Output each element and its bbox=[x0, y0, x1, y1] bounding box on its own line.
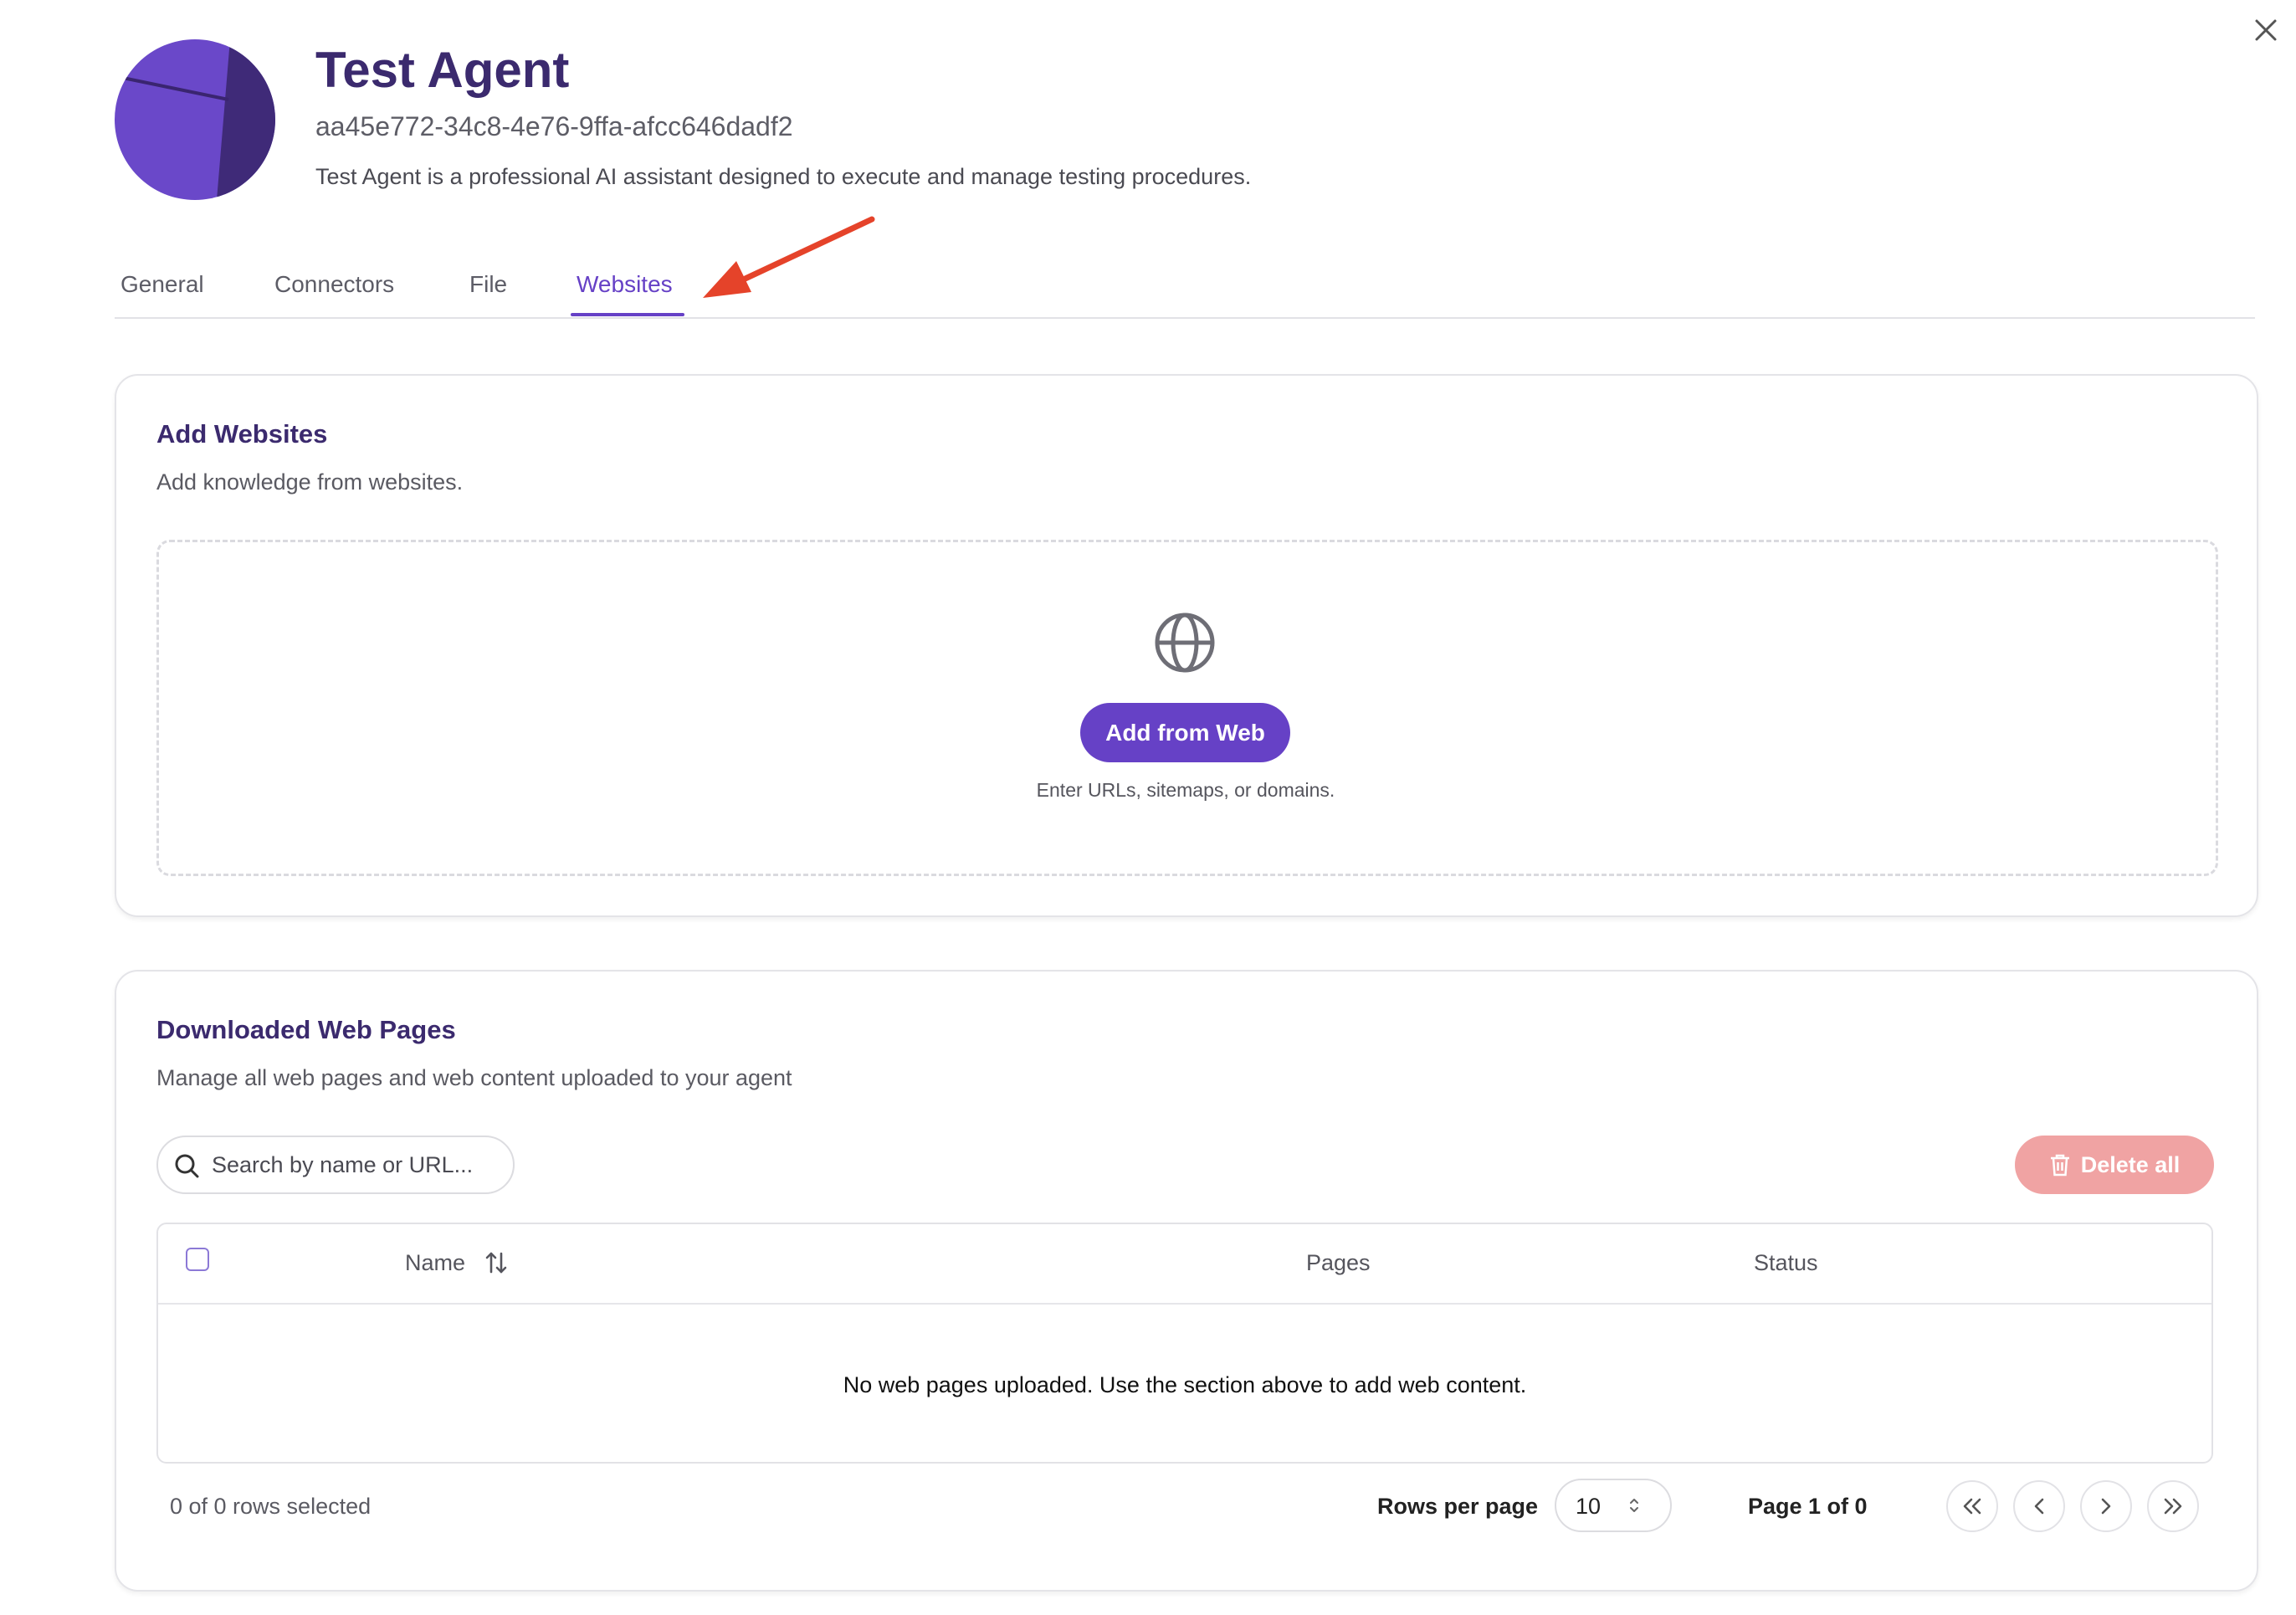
column-header-status: Status bbox=[1754, 1250, 1818, 1275]
add-websites-title: Add Websites bbox=[156, 419, 328, 449]
select-all-checkbox[interactable] bbox=[186, 1248, 209, 1271]
next-page-button[interactable] bbox=[2080, 1480, 2132, 1532]
search-icon bbox=[173, 1152, 200, 1179]
page-info: Page 1 of 0 bbox=[1748, 1494, 1868, 1519]
trash-icon bbox=[2050, 1154, 2069, 1177]
globe-icon bbox=[1153, 611, 1217, 674]
annotation-arrow-icon bbox=[703, 216, 875, 298]
chevron-right-icon bbox=[2101, 1498, 2111, 1515]
downloaded-pages-subtitle: Manage all web pages and web content upl… bbox=[156, 1065, 792, 1090]
last-page-button[interactable] bbox=[2147, 1480, 2199, 1532]
tab-file[interactable]: File bbox=[469, 268, 507, 301]
sort-icon[interactable] bbox=[484, 1250, 509, 1275]
downloaded-pages-title: Downloaded Web Pages bbox=[156, 1015, 456, 1044]
tab-general[interactable]: General bbox=[120, 268, 204, 301]
double-chevron-right-icon bbox=[2164, 1498, 2182, 1515]
agent-description: Test Agent is a professional AI assistan… bbox=[315, 164, 1252, 189]
table-header-divider bbox=[158, 1303, 2211, 1305]
double-chevron-left-icon bbox=[1963, 1498, 1981, 1515]
chevron-up-down-icon bbox=[1627, 1495, 1641, 1515]
close-icon[interactable] bbox=[2251, 15, 2281, 45]
rows-selected-count: 0 of 0 rows selected bbox=[170, 1494, 372, 1519]
empty-table-message: No web pages uploaded. Use the section a… bbox=[843, 1372, 1527, 1397]
tab-websites[interactable]: Websites bbox=[577, 268, 673, 301]
previous-page-button[interactable] bbox=[2013, 1480, 2065, 1532]
column-header-name[interactable]: Name bbox=[405, 1247, 465, 1279]
first-page-button[interactable] bbox=[1946, 1480, 1998, 1532]
delete-all-button[interactable]: Delete all bbox=[2015, 1136, 2214, 1194]
search-input[interactable] bbox=[212, 1140, 496, 1190]
agent-id: aa45e772-34c8-4e76-9ffa-afcc646dadf2 bbox=[315, 111, 793, 141]
add-web-hint: Enter URLs, sitemaps, or domains. bbox=[1036, 779, 1335, 801]
column-header-pages: Pages bbox=[1306, 1250, 1371, 1275]
agent-name: Test Agent bbox=[315, 42, 570, 98]
tab-connectors[interactable]: Connectors bbox=[274, 268, 394, 301]
tabs-divider bbox=[115, 317, 2255, 319]
add-from-web-button[interactable]: Add from Web bbox=[1080, 703, 1290, 762]
rows-per-page-value: 10 bbox=[1576, 1494, 1602, 1519]
delete-all-label: Delete all bbox=[2080, 1151, 2181, 1177]
rows-per-page-label: Rows per page bbox=[1377, 1494, 1539, 1519]
avatar bbox=[115, 39, 275, 200]
active-tab-indicator bbox=[571, 313, 684, 316]
add-websites-subtitle: Add knowledge from websites. bbox=[156, 469, 464, 495]
rows-per-page-select[interactable] bbox=[1555, 1479, 1672, 1532]
chevron-left-icon bbox=[2034, 1498, 2044, 1515]
